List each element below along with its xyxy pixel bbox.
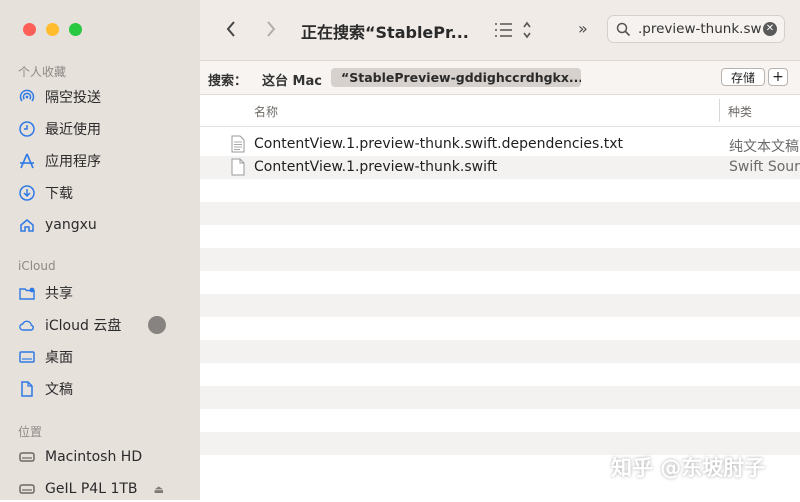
file-kind: 纯文本文稿 bbox=[729, 139, 799, 155]
scope-label: 搜索： bbox=[208, 74, 248, 89]
close-window-button[interactable] bbox=[23, 23, 36, 36]
shared-folder-icon bbox=[18, 284, 36, 302]
empty-row bbox=[200, 386, 800, 409]
search-scope-bar: 搜索： 这台 Mac “StablePreview-gddighccrdhgkx… bbox=[200, 61, 800, 95]
add-criteria-button[interactable]: + bbox=[768, 68, 788, 86]
empty-row bbox=[200, 271, 800, 294]
sidebar-item-airdrop[interactable]: 隔空投送 bbox=[18, 84, 188, 110]
sidebar-item-label: yangxu bbox=[45, 217, 97, 233]
sidebar-item-applications[interactable]: 应用程序 bbox=[18, 148, 188, 174]
sidebar-section-favorites-heading: 个人收藏 bbox=[18, 65, 67, 79]
clear-search-icon[interactable]: ✕ bbox=[763, 22, 777, 36]
file-name: ContentView.1.preview-thunk.swift.depend… bbox=[254, 136, 624, 152]
sidebar-item-label: 桌面 bbox=[45, 350, 73, 366]
back-button[interactable] bbox=[220, 18, 242, 40]
finder-main: 正在搜索“StablePr... » ✕ 搜索： 这台 Mac “StableP… bbox=[200, 0, 800, 500]
sidebar-item-macintosh-hd[interactable]: Macintosh HD bbox=[18, 444, 188, 470]
eject-icon[interactable]: ⏏ bbox=[154, 483, 164, 496]
more-toolbar-button[interactable]: » bbox=[578, 19, 588, 38]
view-options-button[interactable] bbox=[492, 19, 536, 41]
file-kind: Swift Source bbox=[729, 159, 800, 175]
cloud-icon bbox=[18, 316, 36, 334]
document-icon bbox=[18, 380, 36, 398]
disk-icon bbox=[18, 448, 36, 466]
sidebar-section-icloud-heading: iCloud bbox=[18, 259, 56, 273]
sidebar-item-desktop[interactable]: 桌面 bbox=[18, 344, 188, 370]
empty-row bbox=[200, 225, 800, 248]
toolbar: 正在搜索“StablePr... » ✕ bbox=[200, 0, 800, 61]
empty-row bbox=[200, 409, 800, 432]
zoom-window-button[interactable] bbox=[69, 23, 82, 36]
table-row[interactable]: ContentView.1.preview-thunk.swift.depend… bbox=[200, 133, 800, 156]
sidebar-item-label: 文稿 bbox=[45, 382, 73, 398]
minimize-window-button[interactable] bbox=[46, 23, 59, 36]
home-icon bbox=[18, 216, 36, 234]
search-input[interactable] bbox=[638, 20, 762, 38]
sync-status-icon bbox=[148, 316, 166, 334]
sidebar-item-label: iCloud 云盘 bbox=[45, 318, 122, 334]
empty-row bbox=[200, 248, 800, 271]
search-field[interactable]: ✕ bbox=[607, 15, 785, 43]
empty-row bbox=[200, 363, 800, 386]
chevron-left-icon bbox=[226, 21, 235, 37]
search-icon bbox=[616, 22, 631, 37]
window-title: 正在搜索“StablePr... bbox=[301, 23, 469, 42]
sidebar-item-downloads[interactable]: 下载 bbox=[18, 180, 188, 206]
sidebar-item-label: Macintosh HD bbox=[45, 449, 143, 465]
forward-button[interactable] bbox=[260, 18, 282, 40]
scope-this-mac[interactable]: 这台 Mac bbox=[262, 70, 322, 89]
applications-icon bbox=[18, 152, 36, 170]
chevron-right-icon bbox=[267, 21, 276, 37]
sidebar-item-label: 隔空投送 bbox=[45, 90, 101, 106]
scope-selected-folder[interactable]: “StablePreview-gddighccrdhgkx... bbox=[331, 68, 581, 87]
column-divider[interactable] bbox=[719, 99, 720, 122]
sidebar-item-label: GeIL P4L 1TB bbox=[45, 481, 138, 497]
watermark-text: 知乎 @东坡肘子 bbox=[611, 456, 766, 480]
sidebar-item-recents[interactable]: 最近使用 bbox=[18, 116, 188, 142]
desktop-icon bbox=[18, 348, 36, 366]
sidebar-item-home[interactable]: yangxu bbox=[18, 212, 188, 238]
sidebar: 个人收藏 隔空投送 最近使用 应用程序 下载 yangxu iCloud 共享 … bbox=[0, 0, 200, 500]
text-file-icon bbox=[231, 135, 245, 153]
empty-row bbox=[200, 202, 800, 225]
list-view-icon bbox=[495, 21, 531, 39]
sidebar-item-label: 最近使用 bbox=[45, 122, 101, 138]
file-list: ContentView.1.preview-thunk.swift.depend… bbox=[200, 133, 800, 478]
empty-row bbox=[200, 340, 800, 363]
column-name-header[interactable]: 名称 bbox=[254, 103, 278, 120]
sidebar-item-external-disk[interactable]: GeIL P4L 1TB ⏏ bbox=[18, 476, 188, 502]
sidebar-item-documents[interactable]: 文稿 bbox=[18, 376, 188, 402]
empty-row bbox=[200, 179, 800, 202]
clock-icon bbox=[18, 120, 36, 138]
sidebar-item-label: 共享 bbox=[45, 286, 73, 302]
column-kind-header[interactable]: 种类 bbox=[728, 103, 752, 120]
sidebar-item-label: 下载 bbox=[45, 186, 73, 202]
column-header: 名称 种类 bbox=[200, 95, 800, 127]
save-search-button[interactable]: 存储 bbox=[721, 68, 765, 86]
disk-icon bbox=[18, 480, 36, 498]
download-icon bbox=[18, 184, 36, 202]
empty-row bbox=[200, 317, 800, 340]
airdrop-icon bbox=[18, 88, 36, 106]
sidebar-item-icloud-drive[interactable]: iCloud 云盘 bbox=[18, 312, 188, 338]
sidebar-item-label: 应用程序 bbox=[45, 154, 101, 170]
empty-row bbox=[200, 294, 800, 317]
sidebar-item-shared[interactable]: 共享 bbox=[18, 280, 188, 306]
file-name: ContentView.1.preview-thunk.swift bbox=[254, 159, 498, 175]
swift-file-icon bbox=[231, 158, 245, 176]
sidebar-section-locations-heading: 位置 bbox=[18, 425, 43, 439]
table-row[interactable]: ContentView.1.preview-thunk.swift Swift … bbox=[200, 156, 800, 179]
